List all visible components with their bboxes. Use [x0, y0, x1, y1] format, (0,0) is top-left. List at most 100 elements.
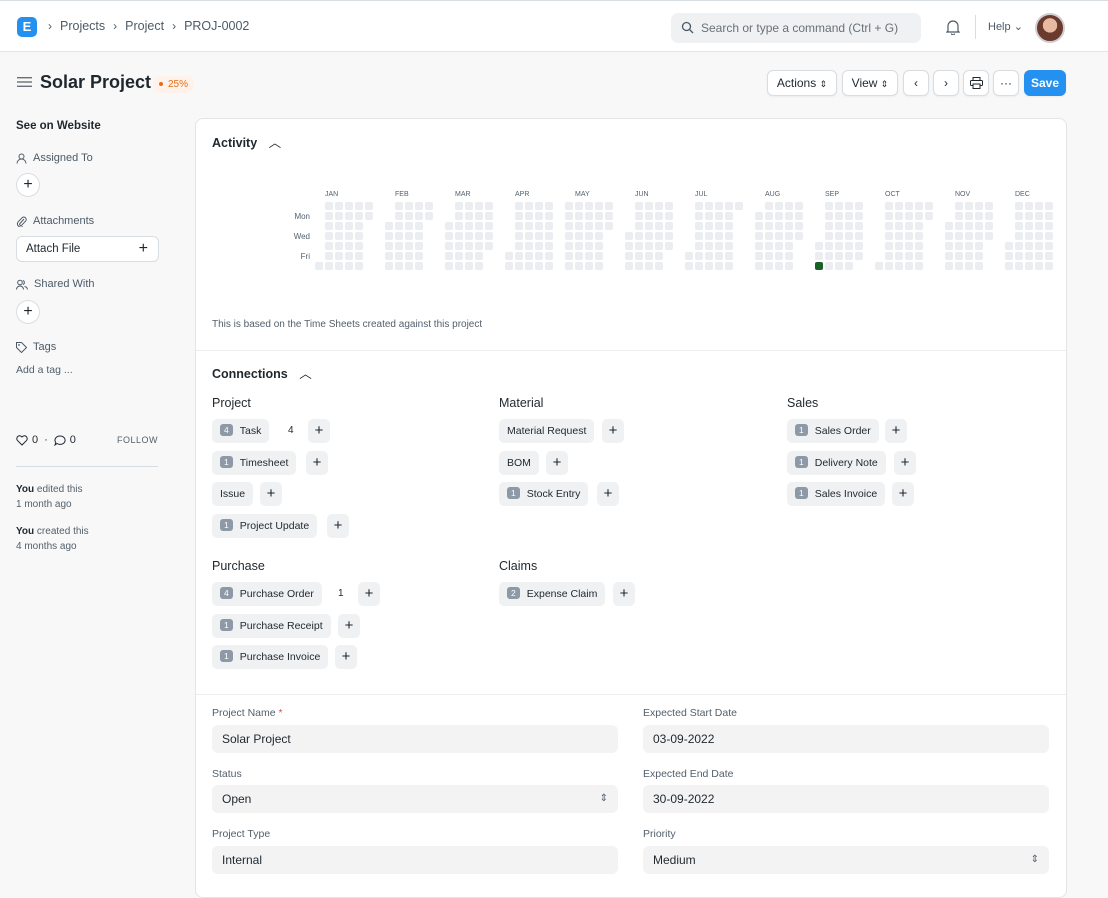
heart-icon[interactable] — [16, 434, 28, 446]
connection-sales-invoice[interactable]: 1 Sales Invoice — [787, 482, 886, 506]
add-delivery-note-button[interactable]: + — [894, 451, 916, 475]
status-select[interactable]: Open ⇕ — [212, 785, 618, 813]
project-type-field[interactable]: Internal — [212, 846, 618, 874]
actions-button[interactable]: Actions ⇕ — [767, 70, 837, 96]
likes-count: 0 — [32, 434, 39, 446]
heatmap-cell — [855, 222, 863, 230]
add-material-request-button[interactable]: + — [602, 419, 624, 443]
connection-timesheet[interactable]: 1 Timesheet — [212, 451, 297, 475]
connection-purchase-order[interactable]: 4 Purchase Order — [212, 582, 322, 606]
avatar[interactable] — [1035, 13, 1065, 43]
project-name-field[interactable]: Solar Project — [212, 725, 618, 753]
heatmap-cell — [905, 222, 913, 230]
connection-issue[interactable]: Issue — [212, 482, 254, 506]
comment-icon[interactable] — [53, 434, 66, 446]
add-stock-entry-button[interactable]: + — [597, 482, 619, 506]
connection-stock-entry[interactable]: 1 Stock Entry — [499, 482, 589, 506]
add-assignee-button[interactable]: + — [16, 173, 40, 197]
heatmap-cell — [705, 262, 713, 270]
heatmap-cell — [405, 242, 413, 250]
heatmap-cell — [895, 202, 903, 210]
connection-expense-claim[interactable]: 2 Expense Claim — [499, 582, 606, 606]
hamburger-icon[interactable] — [17, 76, 32, 88]
heatmap-month-label: SEP — [825, 191, 839, 198]
breadcrumb-projects[interactable]: Projects — [60, 19, 105, 33]
app-logo[interactable]: E — [17, 17, 37, 37]
priority-select[interactable]: Medium ⇕ — [643, 846, 1049, 874]
timeline-actor: You — [16, 526, 35, 537]
heatmap-cell — [465, 202, 473, 210]
search-input[interactable]: Search or type a command (Ctrl + G) — [671, 13, 921, 43]
add-task-button[interactable]: + — [308, 419, 330, 443]
connection-material-request[interactable]: Material Request — [499, 419, 595, 443]
heatmap-cell — [775, 252, 783, 260]
connection-project-update[interactable]: 1 Project Update — [212, 514, 318, 538]
heatmap-cell — [415, 262, 423, 270]
print-button[interactable] — [963, 70, 989, 96]
add-sales-invoice-button[interactable]: + — [892, 482, 914, 506]
heatmap-cell — [515, 242, 523, 250]
heatmap-cell — [445, 232, 453, 240]
open-count: 1 — [338, 588, 344, 599]
view-button[interactable]: View ⇕ — [842, 70, 898, 96]
heatmap-cell — [325, 262, 333, 270]
breadcrumb-record[interactable]: PROJ-0002 — [184, 19, 249, 33]
heatmap-cell — [735, 202, 743, 210]
add-purchase-invoice-button[interactable]: + — [335, 645, 357, 669]
heatmap-cell — [395, 232, 403, 240]
help-menu[interactable]: Help ⌄ — [988, 20, 1023, 33]
add-purchase-order-button[interactable]: + — [358, 582, 380, 606]
add-tag-link[interactable]: Add a tag ... — [16, 364, 73, 376]
connection-purchase-invoice[interactable]: 1 Purchase Invoice — [212, 645, 329, 669]
paperclip-icon — [17, 216, 27, 227]
connection-bom[interactable]: BOM — [499, 451, 539, 475]
heatmap-cell — [705, 252, 713, 260]
heatmap-cell — [595, 202, 603, 210]
connections-section-header[interactable]: Connections ︿ — [212, 363, 312, 382]
previous-button[interactable]: ‹ — [903, 70, 929, 96]
heatmap-cell — [975, 252, 983, 260]
heatmap-cell — [525, 222, 533, 230]
add-purchase-receipt-button[interactable]: + — [338, 614, 360, 638]
help-label: Help — [988, 21, 1011, 33]
count-badge: 1 — [795, 487, 808, 499]
heatmap-cell — [595, 222, 603, 230]
expected-end-date-field[interactable]: 30-09-2022 — [643, 785, 1049, 813]
add-expense-claim-button[interactable]: + — [613, 582, 635, 606]
add-issue-button[interactable]: + — [260, 482, 282, 506]
add-project-update-button[interactable]: + — [327, 514, 349, 538]
save-button[interactable]: Save — [1024, 70, 1066, 96]
add-share-button[interactable]: + — [16, 300, 40, 324]
heatmap-cell — [515, 232, 523, 240]
connection-sales-order[interactable]: 1 Sales Order — [787, 419, 879, 443]
heatmap-cell — [1005, 262, 1013, 270]
add-sales-order-button[interactable]: + — [885, 419, 907, 443]
heatmap-cell — [765, 222, 773, 230]
expected-start-date-field[interactable]: 03-09-2022 — [643, 725, 1049, 753]
attach-file-button[interactable]: Attach File + — [16, 236, 159, 262]
timeline-action: edited this — [34, 484, 83, 495]
next-button[interactable]: › — [933, 70, 959, 96]
heatmap-cell — [485, 212, 493, 220]
connection-delivery-note[interactable]: 1 Delivery Note — [787, 451, 886, 475]
heatmap-cell — [1035, 252, 1043, 260]
bell-icon[interactable] — [946, 19, 960, 35]
connection-purchase-receipt[interactable]: 1 Purchase Receipt — [212, 614, 331, 638]
heatmap-cell — [885, 202, 893, 210]
heatmap-cell — [655, 252, 663, 260]
add-bom-button[interactable]: + — [546, 451, 568, 475]
connection-task[interactable]: 4 Task — [212, 419, 270, 443]
tags-label: Tags — [16, 341, 56, 353]
heatmap-cell — [725, 222, 733, 230]
breadcrumb-project[interactable]: Project — [125, 19, 164, 33]
heatmap-month-label: FEB — [395, 191, 409, 198]
updown-icon: ⇕ — [599, 793, 608, 804]
heatmap-cell — [825, 242, 833, 250]
add-timesheet-button[interactable]: + — [306, 451, 328, 475]
connection-label: Purchase Order — [239, 588, 314, 600]
more-button[interactable]: ··· — [993, 70, 1019, 96]
follow-button[interactable]: FOLLOW — [117, 435, 158, 445]
see-on-website-link[interactable]: See on Website — [16, 120, 101, 132]
breadcrumb: › Projects › Project › PROJ-0002 — [48, 19, 249, 33]
heatmap-cell — [1035, 262, 1043, 270]
